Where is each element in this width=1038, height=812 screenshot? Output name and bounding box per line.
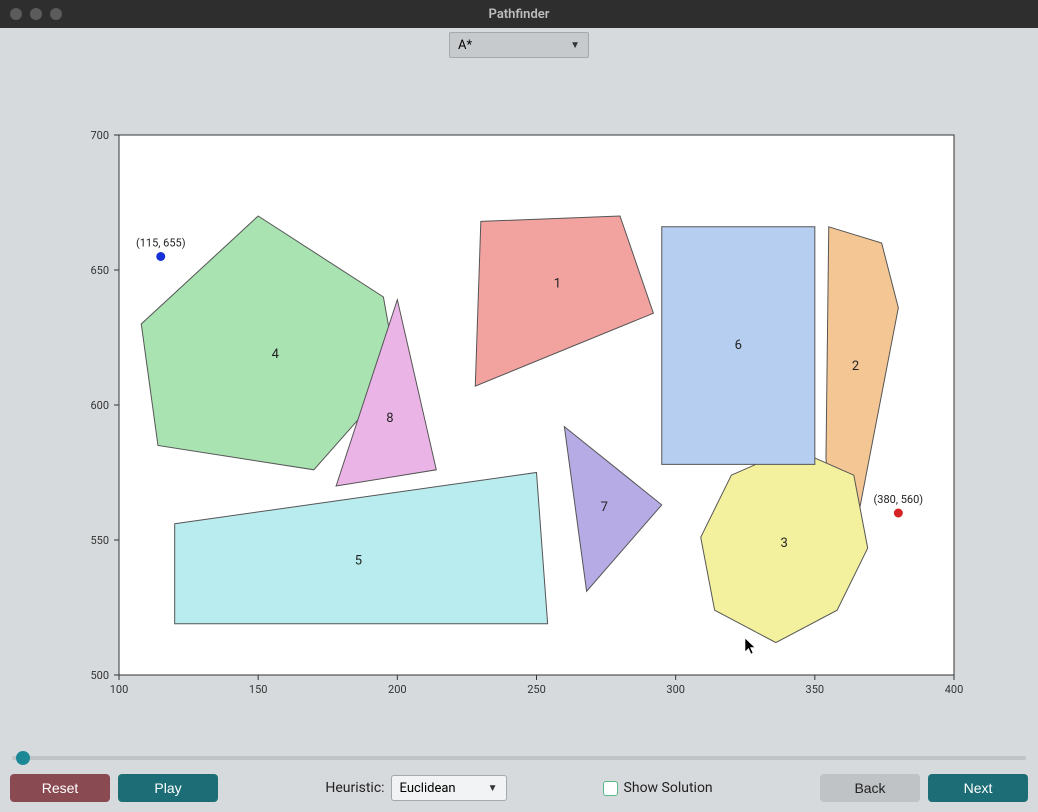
point-goal	[894, 509, 903, 518]
group-left: Reset Play	[10, 774, 218, 802]
svg-text:700: 700	[90, 129, 109, 142]
maximize-icon[interactable]	[50, 8, 62, 20]
toolbar: A* ▼	[0, 28, 1038, 58]
cursor-icon	[744, 637, 758, 655]
main-area: 1 2 3 4 5 6 7 8 (115, 655) (380, 560) 100 150 200 250…	[0, 58, 1038, 748]
progress-slider[interactable]	[10, 748, 1028, 768]
chevron-down-icon: ▼	[488, 783, 498, 794]
svg-text:250: 250	[527, 683, 546, 696]
svg-text:200: 200	[388, 683, 407, 696]
checkbox-box	[603, 781, 618, 796]
buttons-row: Reset Play Heuristic: Euclidean ▼ Show S…	[10, 774, 1028, 802]
minimize-icon[interactable]	[30, 8, 42, 20]
algorithm-select[interactable]: A* ▼	[449, 32, 589, 58]
heuristic-label: Heuristic:	[325, 780, 384, 796]
polygon-label-1: 1	[554, 277, 561, 292]
slider-thumb[interactable]	[16, 751, 30, 765]
polygon-label-2: 2	[852, 359, 859, 374]
svg-text:600: 600	[90, 399, 109, 412]
group-right: Back Next	[820, 774, 1028, 802]
play-button[interactable]: Play	[118, 774, 218, 802]
svg-text:550: 550	[90, 534, 109, 547]
polygon-label-5: 5	[355, 553, 362, 568]
svg-text:300: 300	[666, 683, 685, 696]
slider-track	[12, 756, 1026, 760]
polygon-label-3: 3	[781, 536, 788, 551]
svg-text:400: 400	[945, 683, 964, 696]
next-button[interactable]: Next	[928, 774, 1028, 802]
svg-text:100: 100	[110, 683, 129, 696]
traffic-lights	[10, 8, 62, 20]
group-center: Heuristic: Euclidean ▼ Show Solution	[325, 775, 712, 801]
app-window: Pathfinder A* ▼ 1 2 3 4 5 6 7 8 (115, 655) (380, …	[0, 0, 1038, 812]
show-solution-checkbox[interactable]: Show Solution	[603, 780, 713, 796]
polygon-label-6: 6	[735, 338, 742, 353]
show-solution-label: Show Solution	[624, 780, 713, 796]
pathfinder-plot[interactable]: 1 2 3 4 5 6 7 8 (115, 655) (380, 560) 100 150 200 250…	[64, 125, 974, 715]
polygon-label-8: 8	[386, 411, 393, 426]
heuristic-select[interactable]: Euclidean ▼	[391, 775, 507, 801]
svg-text:150: 150	[249, 683, 268, 696]
reset-button[interactable]: Reset	[10, 774, 110, 802]
titlebar: Pathfinder	[0, 0, 1038, 28]
svg-text:500: 500	[90, 669, 109, 682]
chevron-down-icon: ▼	[570, 40, 580, 51]
svg-text:350: 350	[806, 683, 825, 696]
back-button[interactable]: Back	[820, 774, 920, 802]
polygon-label-7: 7	[601, 500, 608, 515]
point-label-start: (115, 655)	[136, 237, 186, 250]
point-start	[156, 252, 165, 261]
polygon-label-4: 4	[272, 347, 280, 362]
point-label-goal: (380, 560)	[874, 493, 924, 506]
window-title: Pathfinder	[0, 7, 1038, 22]
svg-text:650: 650	[90, 264, 109, 277]
close-icon[interactable]	[10, 8, 22, 20]
heuristic-select-value: Euclidean	[400, 781, 456, 796]
plot-container: 1 2 3 4 5 6 7 8 (115, 655) (380, 560) 100 150 200 250…	[64, 125, 974, 715]
algorithm-select-label: A*	[458, 38, 472, 53]
footer: Reset Play Heuristic: Euclidean ▼ Show S…	[0, 748, 1038, 812]
